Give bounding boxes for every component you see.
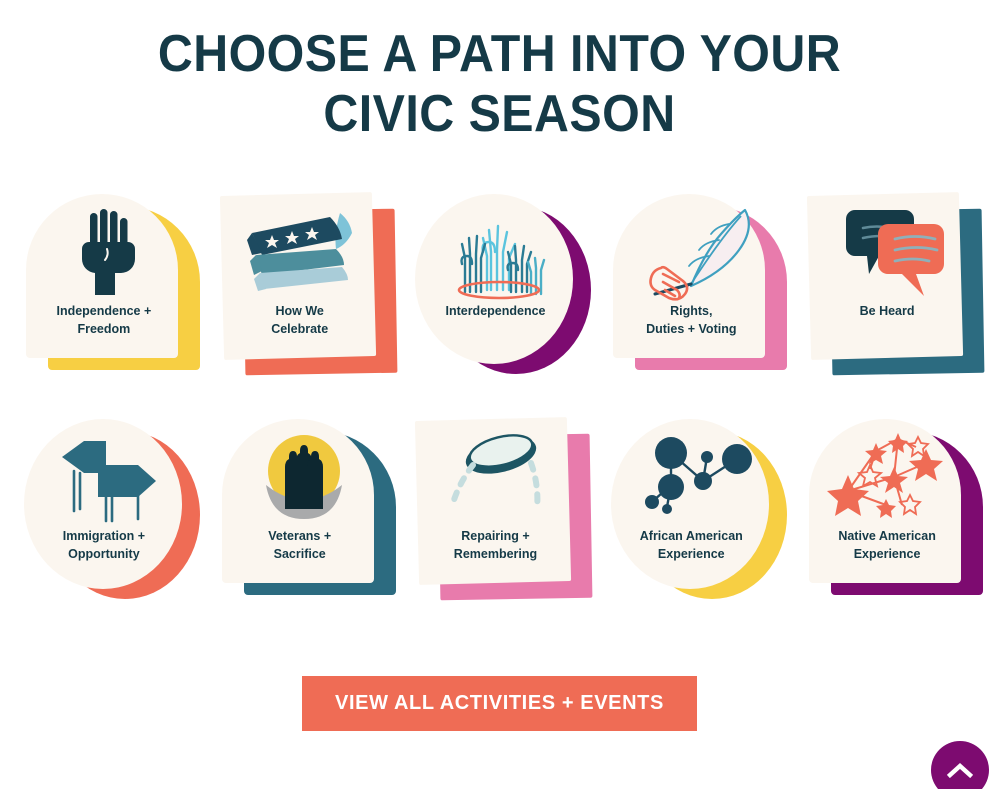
path-card-rights-duties-voting[interactable]: Rights, Duties + Voting (605, 184, 788, 374)
card-cell: Veterans + Sacrifice (206, 403, 402, 628)
path-card-interdependence[interactable]: Interdependence (409, 184, 592, 374)
card-cell: How We Celebrate (206, 178, 402, 403)
civic-season-path-page: Choose a path into your Civic Season (0, 0, 999, 789)
path-card-immigration-opportunity[interactable]: Immigration + Opportunity (18, 409, 200, 599)
page-title-line-1: Choose a path into your (157, 25, 842, 83)
card-cell: Be Heard (793, 178, 989, 403)
card-cell: Native American Experience (793, 403, 989, 628)
card-face (415, 417, 572, 585)
chevron-up-icon (947, 762, 973, 778)
card-face (221, 419, 374, 583)
cta-container: View All Activities + Events (0, 676, 999, 731)
card-cell: Interdependence (402, 178, 598, 403)
card-cell: Rights, Duties + Voting (597, 178, 793, 403)
card-face (219, 192, 376, 360)
card-face (23, 419, 182, 589)
card-face (611, 419, 770, 589)
path-card-repairing-remembering[interactable]: Repairing + Remembering (409, 409, 593, 601)
back-to-top-button[interactable] (931, 741, 989, 789)
view-all-activities-events-button[interactable]: View All Activities + Events (302, 676, 697, 731)
card-face (613, 194, 766, 358)
path-card-be-heard[interactable]: Be Heard (801, 184, 985, 376)
card-face (806, 192, 964, 360)
path-card-african-american-experience[interactable]: African American Experience (605, 409, 788, 599)
card-cell: Repairing + Remembering (402, 403, 598, 628)
card-face (809, 419, 962, 583)
path-card-veterans-sacrifice[interactable]: Veterans + Sacrifice (214, 409, 396, 599)
path-card-native-american-experience[interactable]: Native American Experience (801, 409, 984, 599)
card-cell: Immigration + Opportunity (10, 403, 206, 628)
path-card-grid: Independence + Freedom How We Celebrate … (10, 178, 989, 628)
card-cell: Independence + Freedom (10, 178, 206, 403)
page-title-line-2: Civic Season (323, 85, 676, 143)
page-title: Choose a path into your Civic Season (35, 24, 964, 144)
path-card-how-we-celebrate[interactable]: How We Celebrate (214, 184, 398, 376)
card-face (415, 194, 574, 364)
card-cell: African American Experience (597, 403, 793, 628)
path-card-independence-freedom[interactable]: Independence + Freedom (18, 184, 200, 374)
card-face (25, 194, 178, 358)
